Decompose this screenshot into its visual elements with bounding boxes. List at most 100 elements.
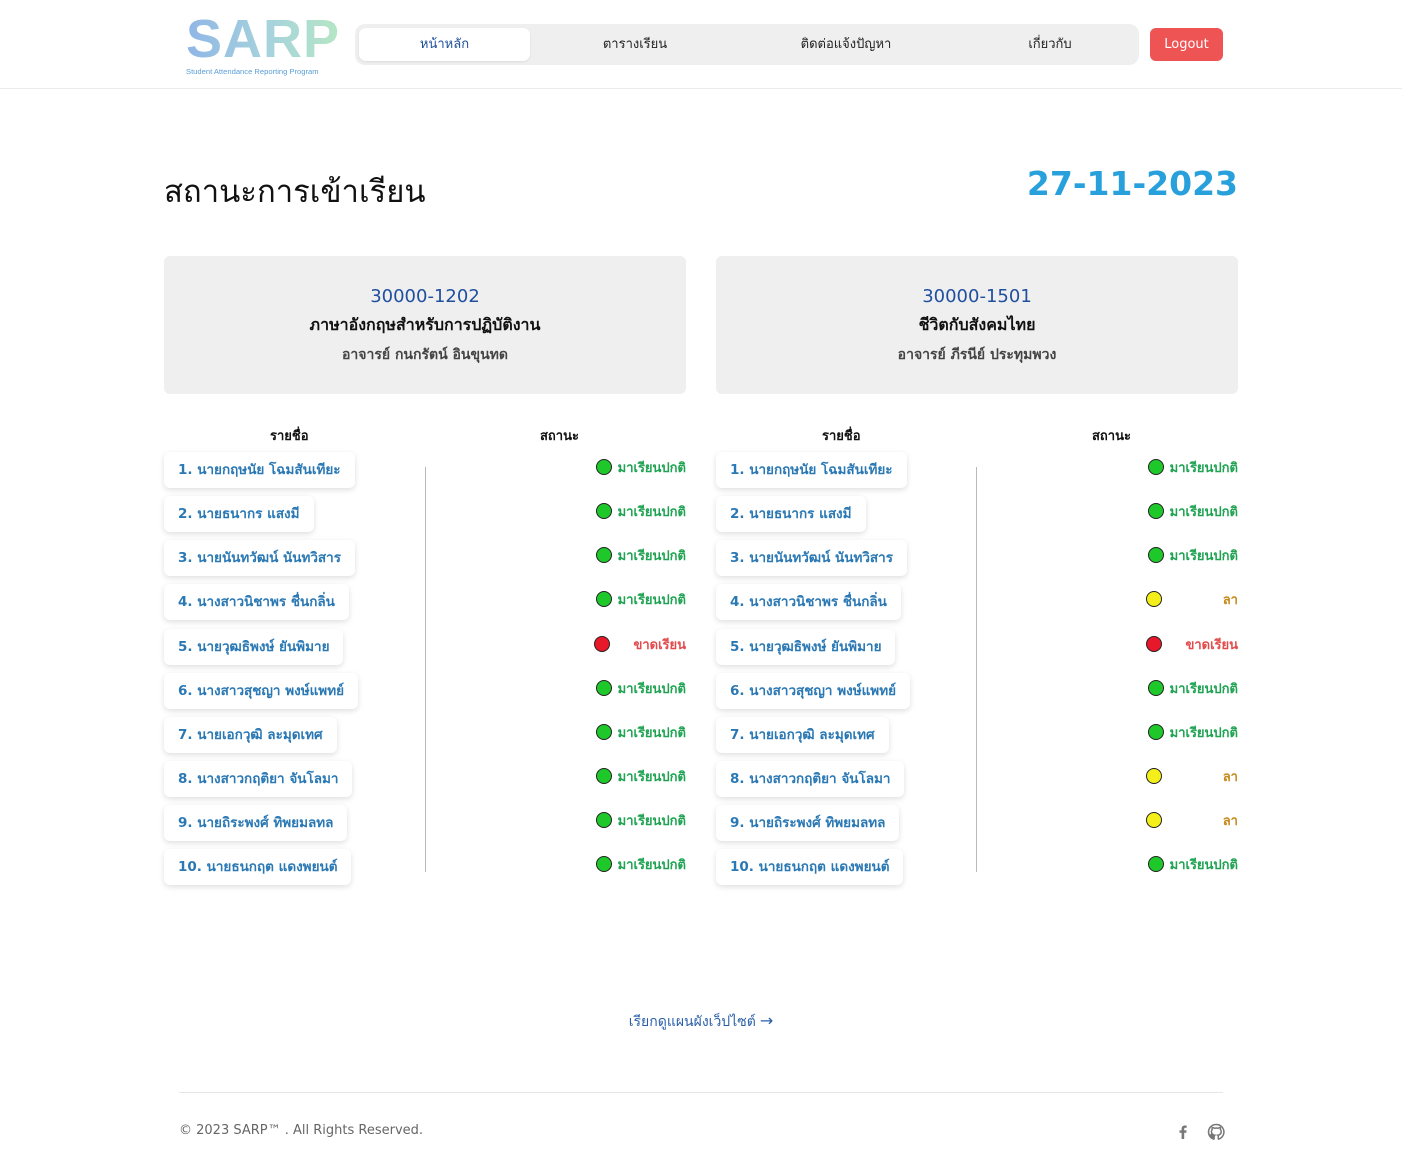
attendance-status: มาเรียนปกติ <box>595 854 686 874</box>
facebook-icon[interactable] <box>1173 1122 1193 1142</box>
attendance-status: มาเรียนปกติ <box>1147 722 1238 742</box>
student-name-chip: 7. นายเอกวุฒิ ละมุดเทศ <box>716 717 889 753</box>
attendance-status: มาเรียนปกติ <box>595 678 686 698</box>
course-teacher: อาจารย์ กนกรัตน์ อินขุนทด <box>342 347 508 363</box>
status-dot-icon <box>594 636 610 652</box>
status-label: ลา <box>1222 592 1238 608</box>
status-label: ลา <box>1222 769 1238 785</box>
attendance-status: มาเรียนปกติ <box>1147 545 1238 565</box>
student-name-chip: 4. นางสาวนิชาพร ชื่นกลิ่น <box>716 584 901 620</box>
status-label: มาเรียนปกติ <box>617 681 686 697</box>
course-name: ภาษาอังกฤษสำหรับการปฏิบัติงาน <box>309 315 541 334</box>
logo-text: SARP <box>186 9 341 69</box>
attendance-status: มาเรียนปกติ <box>1147 678 1238 698</box>
column-header-status: สถานะ <box>1092 429 1131 444</box>
student-name-chip: 3. นายนันทวัฒน์ นันทวิสาร <box>716 540 908 576</box>
sitemap-label: เรียกดูแผนผังเว็ปไซต์ <box>628 1014 756 1030</box>
status-dot-icon <box>595 680 612 696</box>
attendance-status: มาเรียนปกติ <box>595 457 686 477</box>
status-dot-icon <box>1147 459 1164 475</box>
student-name-chip: 7. นายเอกวุฒิ ละมุดเทศ <box>164 717 337 753</box>
status-dot-icon <box>1146 812 1162 828</box>
student-name-chip: 2. นายธนากร แสงมี <box>716 496 866 532</box>
status-dot-icon <box>1146 591 1162 607</box>
attendance-status: มาเรียนปกติ <box>595 722 686 742</box>
status-dot-icon <box>1147 680 1164 696</box>
status-label: มาเรียนปกติ <box>1169 460 1238 476</box>
attendance-status: ลา <box>1146 810 1238 830</box>
nav-about[interactable]: เกี่ยวกับ <box>965 28 1135 61</box>
student-name-chip: 9. นายถิระพงศ์ ทิพยมลทล <box>716 805 900 841</box>
attendance-status: ลา <box>1146 589 1238 609</box>
attendance-status: มาเรียนปกติ <box>1147 854 1238 874</box>
attendance-status: มาเรียนปกติ <box>595 545 686 565</box>
column-header-status: สถานะ <box>540 429 579 444</box>
status-label: มาเรียนปกติ <box>1169 548 1238 564</box>
status-dot-icon <box>1147 547 1164 563</box>
attendance-status: มาเรียนปกติ <box>595 766 686 786</box>
student-name-chip: 5. นายวุฒธิพงษ์ ยันพิมาย <box>164 629 344 665</box>
student-name-chip: 10. นายธนกฤต แดงพยนต์ <box>716 849 904 885</box>
status-label: มาเรียนปกติ <box>617 460 686 476</box>
student-name-chip: 1. นายกฤษนัย โฉมสันเทียะ <box>716 452 907 488</box>
course-card: 30000-1501 ชีวิตกับสังคมไทย อาจารย์ ภีรน… <box>716 256 1238 394</box>
course-code: 30000-1501 <box>922 286 1032 307</box>
status-label: มาเรียนปกติ <box>1169 857 1238 873</box>
column-header-name: รายชื่อ <box>270 429 309 444</box>
attendance-status: ขาดเรียน <box>1146 634 1238 654</box>
nav-home[interactable]: หน้าหลัก <box>359 28 530 61</box>
sarp-logo[interactable]: SARP Student Attendance Reporting Progra… <box>186 9 341 76</box>
student-name-chip: 3. นายนันทวัฒน์ นันทวิสาร <box>164 540 356 576</box>
status-dot-icon <box>1147 724 1164 740</box>
status-label: มาเรียนปกติ <box>617 813 686 829</box>
arrow-right-icon: → <box>759 1011 774 1030</box>
status-label: มาเรียนปกติ <box>617 504 686 520</box>
sitemap-link[interactable]: เรียกดูแผนผังเว็ปไซต์ → <box>0 1011 1402 1033</box>
student-name-chip: 6. นางสาวสุชญา พงษ์แพทย์ <box>716 673 911 709</box>
logout-button[interactable]: Logout <box>1150 28 1223 61</box>
page-title: สถานะการเข้าเรียน <box>164 174 426 210</box>
current-date: 27-11-2023 <box>1026 164 1238 203</box>
status-label: ขาดเรียน <box>633 637 686 653</box>
column-header-name: รายชื่อ <box>822 429 861 444</box>
top-navbar: SARP Student Attendance Reporting Progra… <box>0 0 1402 89</box>
column-divider <box>976 467 977 872</box>
status-label: มาเรียนปกติ <box>1169 725 1238 741</box>
nav-contact[interactable]: ติดต่อแจ้งปัญหา <box>751 28 941 61</box>
student-name-chip: 1. นายกฤษนัย โฉมสันเทียะ <box>164 452 355 488</box>
status-dot-icon <box>1146 768 1162 784</box>
status-dot-icon <box>595 856 612 872</box>
status-dot-icon <box>595 591 612 607</box>
github-icon[interactable] <box>1206 1122 1226 1142</box>
column-divider <box>425 467 426 872</box>
student-name-chip: 8. นางสาวกฤติยา จันโลมา <box>164 761 353 797</box>
status-dot-icon <box>595 768 612 784</box>
attendance-status: มาเรียนปกติ <box>595 501 686 521</box>
attendance-status: มาเรียนปกติ <box>595 589 686 609</box>
footer-divider <box>179 1092 1223 1093</box>
attendance-status: มาเรียนปกติ <box>1147 457 1238 477</box>
student-name-chip: 6. นางสาวสุชญา พงษ์แพทย์ <box>164 673 359 709</box>
student-name-chip: 2. นายธนากร แสงมี <box>164 496 314 532</box>
student-name-chip: 9. นายถิระพงศ์ ทิพยมลทล <box>164 805 348 841</box>
status-dot-icon <box>595 724 612 740</box>
status-dot-icon <box>595 459 612 475</box>
status-label: มาเรียนปกติ <box>617 548 686 564</box>
status-label: ขาดเรียน <box>1185 637 1238 653</box>
logo-subtitle: Student Attendance Reporting Program <box>186 67 319 76</box>
status-dot-icon <box>595 812 612 828</box>
status-dot-icon <box>1147 856 1164 872</box>
student-name-chip: 10. นายธนกฤต แดงพยนต์ <box>164 849 352 885</box>
status-label: มาเรียนปกติ <box>1169 681 1238 697</box>
course-code: 30000-1202 <box>370 286 480 307</box>
attendance-status: มาเรียนปกติ <box>595 810 686 830</box>
copyright-text: © 2023 SARP™ . All Rights Reserved. <box>179 1123 424 1138</box>
nav-schedule[interactable]: ตารางเรียน <box>549 28 721 61</box>
student-name-chip: 5. นายวุฒธิพงษ์ ยันพิมาย <box>716 629 896 665</box>
course-card: 30000-1202 ภาษาอังกฤษสำหรับการปฏิบัติงาน… <box>164 256 686 394</box>
attendance-status: ลา <box>1146 766 1238 786</box>
student-name-chip: 4. นางสาวนิชาพร ชื่นกลิ่น <box>164 584 349 620</box>
course-teacher: อาจารย์ ภีรนีย์ ประทุมพวง <box>897 347 1057 363</box>
attendance-status: มาเรียนปกติ <box>1147 501 1238 521</box>
main-nav: หน้าหลัก ตารางเรียน ติดต่อแจ้งปัญหา เกี่… <box>355 24 1139 65</box>
